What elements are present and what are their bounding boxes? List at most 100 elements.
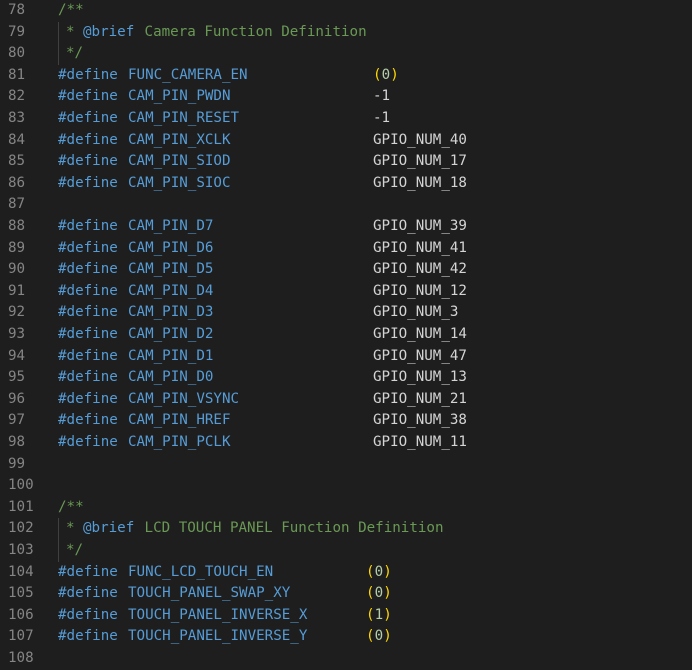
macro-name: TOUCH_PANEL_INVERSE_Y (128, 628, 308, 645)
line-number: 106 (8, 606, 34, 623)
macro-name: CAM_PIN_D2 (128, 326, 214, 342)
open-paren: ( (366, 606, 375, 623)
line-number: 83 (8, 110, 26, 126)
macro-name: CAM_PIN_D0 (128, 369, 214, 386)
line-number: 85 (8, 153, 26, 170)
define-keyword: #define (58, 153, 118, 170)
code-line[interactable]: 82 #define CAM_PIN_PWDN -1 (0, 86, 692, 108)
comment-text: Camera Function Definition (136, 23, 367, 40)
macro-name: TOUCH_PANEL_SWAP_XY (128, 585, 291, 602)
code-line[interactable]: 90 #define CAM_PIN_D5 GPIO_NUM_42 (0, 259, 692, 281)
code-line[interactable]: 89 #define CAM_PIN_D6 GPIO_NUM_41 (0, 238, 692, 260)
macro-name: CAM_PIN_VSYNC (128, 390, 240, 407)
code-line[interactable]: 101 /** (0, 497, 692, 519)
macro-name: CAM_PIN_RESET (128, 110, 240, 126)
code-line[interactable]: 86 #define CAM_PIN_SIOC GPIO_NUM_18 (0, 173, 692, 195)
macro-name: CAM_PIN_PCLK (128, 434, 231, 450)
code-line[interactable]: 100 (0, 475, 692, 497)
close-paren: ) (383, 628, 392, 645)
line-number: 88 (8, 218, 26, 234)
code-line[interactable]: 106 #define TOUCH_PANEL_INVERSE_X (1) (0, 605, 692, 627)
macro-number-value: 0 (374, 585, 384, 602)
doc-tag: @brief (83, 520, 135, 537)
code-line[interactable]: 104 #define FUNC_LCD_TOUCH_EN (0) (0, 562, 692, 584)
code-line[interactable]: 99 (0, 454, 692, 476)
code-line[interactable]: 83 #define CAM_PIN_RESET -1 (0, 108, 692, 130)
code-line[interactable]: 91 #define CAM_PIN_D4 GPIO_NUM_12 (0, 281, 692, 303)
code-line[interactable]: 103 */ (0, 540, 692, 562)
code-line[interactable]: 105 #define TOUCH_PANEL_SWAP_XY (0) (0, 583, 692, 605)
define-keyword: #define (58, 131, 118, 148)
define-keyword: #define (58, 369, 118, 386)
code-line[interactable]: 80 */ (0, 43, 692, 65)
define-keyword: #define (58, 304, 118, 321)
macro-value: -1 (373, 88, 391, 105)
macro-name: CAM_PIN_D3 (128, 304, 214, 321)
macro-value: GPIO_NUM_14 (373, 326, 467, 342)
line-number: 79 (8, 23, 26, 40)
macro-name: CAM_PIN_D1 (128, 347, 214, 364)
macro-name: CAM_PIN_PWDN (128, 88, 231, 105)
comment-text: LCD TOUCH PANEL Function Definition (136, 520, 444, 537)
code-line[interactable]: 95 #define CAM_PIN_D0 GPIO_NUM_13 (0, 367, 692, 389)
code-line[interactable]: 92 #define CAM_PIN_D3 GPIO_NUM_3 (0, 302, 692, 324)
code-line[interactable]: 98 #define CAM_PIN_PCLK GPIO_NUM_11 (0, 432, 692, 454)
define-keyword: #define (58, 563, 118, 580)
code-editor[interactable]: 78 /** 79 * @brief Camera Function Definiti… (0, 0, 692, 668)
macro-value: GPIO_NUM_3 (373, 304, 459, 321)
comment-delimiter: /** (58, 498, 84, 515)
line-number: 96 (8, 390, 26, 407)
code-line[interactable]: 84 #define CAM_PIN_XCLK GPIO_NUM_40 (0, 130, 692, 152)
close-paren: ) (390, 66, 399, 83)
define-keyword: #define (58, 628, 118, 645)
line-number: 102 (8, 520, 34, 537)
open-paren: ( (366, 628, 375, 645)
macro-number-value: 0 (381, 66, 391, 83)
code-line[interactable]: 79 * @brief Camera Function Definition (0, 22, 692, 44)
code-line[interactable]: 87 (0, 194, 692, 216)
line-number: 101 (8, 498, 34, 515)
line-number: 99 (8, 455, 26, 472)
close-paren: ) (383, 606, 392, 623)
code-line[interactable]: 107 #define TOUCH_PANEL_INVERSE_Y (0) (0, 626, 692, 648)
define-keyword: #define (58, 347, 118, 364)
macro-number-value: 0 (374, 628, 384, 645)
macro-value: GPIO_NUM_13 (373, 369, 467, 386)
macro-value: GPIO_NUM_21 (373, 390, 467, 407)
macro-name: CAM_PIN_SIOC (128, 174, 231, 191)
code-line[interactable]: 96 #define CAM_PIN_VSYNC GPIO_NUM_21 (0, 389, 692, 411)
define-keyword: #define (58, 261, 118, 278)
line-number: 80 (8, 45, 26, 62)
define-keyword: #define (58, 174, 118, 191)
code-line[interactable]: 94 #define CAM_PIN_D1 GPIO_NUM_47 (0, 346, 692, 368)
macro-value: -1 (373, 110, 391, 126)
macro-name: CAM_PIN_HREF (128, 412, 231, 429)
code-line[interactable]: 108 (0, 648, 692, 670)
code-line[interactable]: 102 * @brief LCD TOUCH PANEL Function Def… (0, 518, 692, 540)
line-number: 92 (8, 304, 26, 321)
open-paren: ( (366, 585, 375, 602)
line-number: 82 (8, 88, 26, 105)
code-line[interactable]: 78 /** (0, 0, 692, 22)
code-line[interactable]: 81 #define FUNC_CAMERA_EN (0) (0, 65, 692, 87)
define-keyword: #define (58, 88, 118, 105)
code-line[interactable]: 85 #define CAM_PIN_SIOD GPIO_NUM_17 (0, 151, 692, 173)
macro-value: GPIO_NUM_11 (373, 434, 467, 450)
indent-guide (58, 21, 59, 65)
line-number: 108 (8, 650, 34, 666)
line-number: 107 (8, 628, 34, 645)
macro-name: TOUCH_PANEL_INVERSE_X (128, 606, 308, 623)
macro-value: GPIO_NUM_12 (373, 282, 467, 299)
macro-name: CAM_PIN_SIOD (128, 153, 231, 170)
macro-value: GPIO_NUM_40 (373, 131, 467, 148)
comment-prefix: * (66, 520, 84, 537)
macro-name: CAM_PIN_XCLK (128, 131, 231, 148)
line-number: 103 (8, 542, 34, 558)
code-line[interactable]: 93 #define CAM_PIN_D2 GPIO_NUM_14 (0, 324, 692, 346)
code-line[interactable]: 88 #define CAM_PIN_D7 GPIO_NUM_39 (0, 216, 692, 238)
open-paren: ( (373, 66, 382, 83)
code-line[interactable]: 97 #define CAM_PIN_HREF GPIO_NUM_38 (0, 410, 692, 432)
line-number: 100 (8, 477, 34, 494)
line-number: 97 (8, 412, 26, 429)
indent-guide (58, 518, 59, 562)
